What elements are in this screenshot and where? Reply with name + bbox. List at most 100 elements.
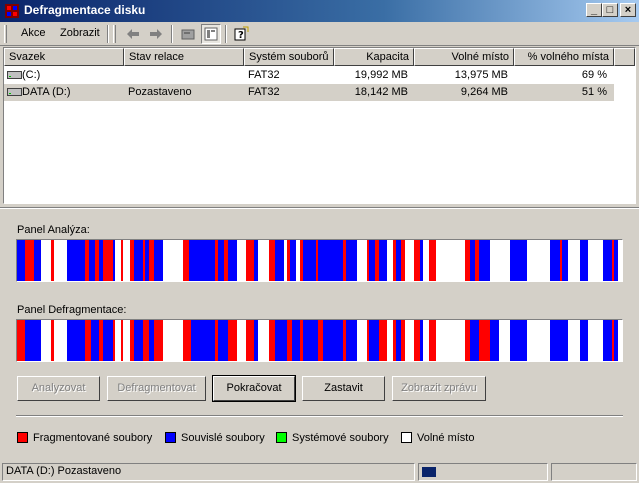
contiguous-cluster <box>369 240 375 281</box>
defrag-panel-label: Panel Defragmentace: <box>17 304 127 316</box>
contiguous-cluster <box>379 240 387 281</box>
menubar-grip <box>4 25 7 43</box>
column-volume[interactable]: Svazek <box>4 48 124 66</box>
drive-properties-button[interactable] <box>178 24 198 44</box>
fragmented-cluster <box>269 320 275 361</box>
contiguous-cluster <box>254 320 258 361</box>
contiguous-cluster <box>603 240 612 281</box>
fragmented-cluster <box>375 240 379 281</box>
column-filesystem[interactable]: Systém souborů <box>244 48 334 66</box>
volume-row-c[interactable]: (C:) FAT32 19,992 MB 13,975 MB 69 % <box>4 67 614 84</box>
contiguous-cluster <box>67 240 85 281</box>
defragment-button[interactable]: Defragmentovat <box>107 376 206 401</box>
splitter[interactable] <box>0 207 639 209</box>
column-capacity[interactable]: Kapacita <box>334 48 414 66</box>
contiguous-cluster <box>113 240 115 281</box>
contiguous-cluster <box>99 240 103 281</box>
column-filler <box>614 48 635 66</box>
fragmented-cluster <box>51 240 54 281</box>
contiguous-cluster <box>396 240 401 281</box>
file-system: FAT32 <box>248 69 280 81</box>
contiguous-cluster <box>510 320 527 361</box>
title-bar: Defragmentace disku _ □ × <box>0 0 639 22</box>
view-report-button[interactable] <box>201 24 221 44</box>
fragmented-cluster <box>154 320 163 361</box>
help-button[interactable]: ? <box>231 24 251 44</box>
analysis-map <box>16 239 623 282</box>
maximize-button[interactable]: □ <box>602 3 618 17</box>
minimize-icon: _ <box>590 4 598 16</box>
fragmented-cluster <box>367 240 369 281</box>
volume-list: Svazek Stav relace Systém souborů Kapaci… <box>3 47 636 204</box>
fragmented-cluster <box>25 240 34 281</box>
progress-fill <box>422 467 436 477</box>
contiguous-cluster <box>25 320 41 361</box>
contiguous-cluster <box>103 320 113 361</box>
fragmented-cluster <box>343 240 346 281</box>
fragmented-cluster <box>130 240 134 281</box>
fragmented-cluster <box>17 320 25 361</box>
column-free-space[interactable]: Volné místo <box>414 48 514 66</box>
fragmented-cluster <box>393 240 396 281</box>
fragmented-cluster <box>143 240 145 281</box>
fragmented-cluster <box>560 240 562 281</box>
contiguous-cluster <box>318 240 343 281</box>
view-report-button[interactable]: Zobrazit zprávu <box>392 376 486 401</box>
session-status: Pozastaveno <box>128 86 192 98</box>
drive-properties-icon <box>181 29 195 40</box>
fragmented-cluster <box>465 320 470 361</box>
back-button[interactable] <box>123 24 143 44</box>
menu-zobrazit[interactable]: Zobrazit <box>60 27 100 39</box>
minimize-button[interactable]: _ <box>586 3 602 17</box>
contiguous-cluster <box>479 240 490 281</box>
fragmented-cluster <box>479 320 490 361</box>
stop-button[interactable]: Zastavit <box>302 376 385 401</box>
legend-separator <box>16 415 623 417</box>
legend-system: Systémové soubory <box>292 432 389 444</box>
contiguous-cluster <box>34 240 41 281</box>
fragmented-swatch <box>17 432 28 443</box>
defrag-map-canvas <box>17 320 618 361</box>
fragmented-cluster <box>300 320 303 361</box>
status-empty <box>551 463 637 481</box>
fragmented-cluster <box>287 240 290 281</box>
analysis-panel-label: Panel Analýza: <box>17 224 90 236</box>
fragmented-cluster <box>465 240 470 281</box>
contiguous-cluster <box>154 240 163 281</box>
fragmented-cluster <box>429 320 436 361</box>
fragmented-cluster <box>215 240 218 281</box>
maximize-icon: □ <box>606 4 614 16</box>
contiguous-cluster <box>89 240 95 281</box>
column-percent-free[interactable]: % volného místa <box>514 48 614 66</box>
legend-free: Volné místo <box>417 432 475 444</box>
fragmented-cluster <box>379 320 387 361</box>
fragmented-cluster <box>414 320 420 361</box>
contiguous-cluster <box>189 240 215 281</box>
menu-akce[interactable]: Akce <box>21 27 45 39</box>
status-text: DATA (D:) Pozastaveno <box>2 463 415 481</box>
fragmented-cluster <box>51 320 54 361</box>
contiguous-cluster <box>550 240 560 281</box>
contiguous-cluster <box>218 320 228 361</box>
column-status[interactable]: Stav relace <box>124 48 244 66</box>
contiguous-cluster <box>323 320 343 361</box>
contiguous-cluster <box>346 320 357 361</box>
fragmented-cluster <box>95 240 99 281</box>
fragmented-cluster <box>121 240 123 281</box>
volume-row-d[interactable]: DATA (D:) Pozastaveno FAT32 18,142 MB 9,… <box>4 84 614 101</box>
contiguous-cluster <box>67 320 85 361</box>
fragmented-cluster <box>85 320 91 361</box>
contiguous-cluster <box>290 240 296 281</box>
fragmented-cluster <box>246 320 254 361</box>
contiguous-cluster <box>303 240 316 281</box>
fragmented-cluster <box>612 240 614 281</box>
fragmented-cluster <box>113 320 115 361</box>
legend-contiguous: Souvislé soubory <box>181 432 265 444</box>
toolbar: Akce Zobrazit ? <box>0 22 639 46</box>
analyze-button[interactable]: Analyzovat <box>17 376 100 401</box>
forward-button[interactable] <box>146 24 166 44</box>
fragmented-cluster <box>143 320 149 361</box>
resume-button[interactable]: Pokračovat <box>212 375 296 402</box>
close-button[interactable]: × <box>620 3 636 17</box>
fragmented-cluster <box>224 240 228 281</box>
